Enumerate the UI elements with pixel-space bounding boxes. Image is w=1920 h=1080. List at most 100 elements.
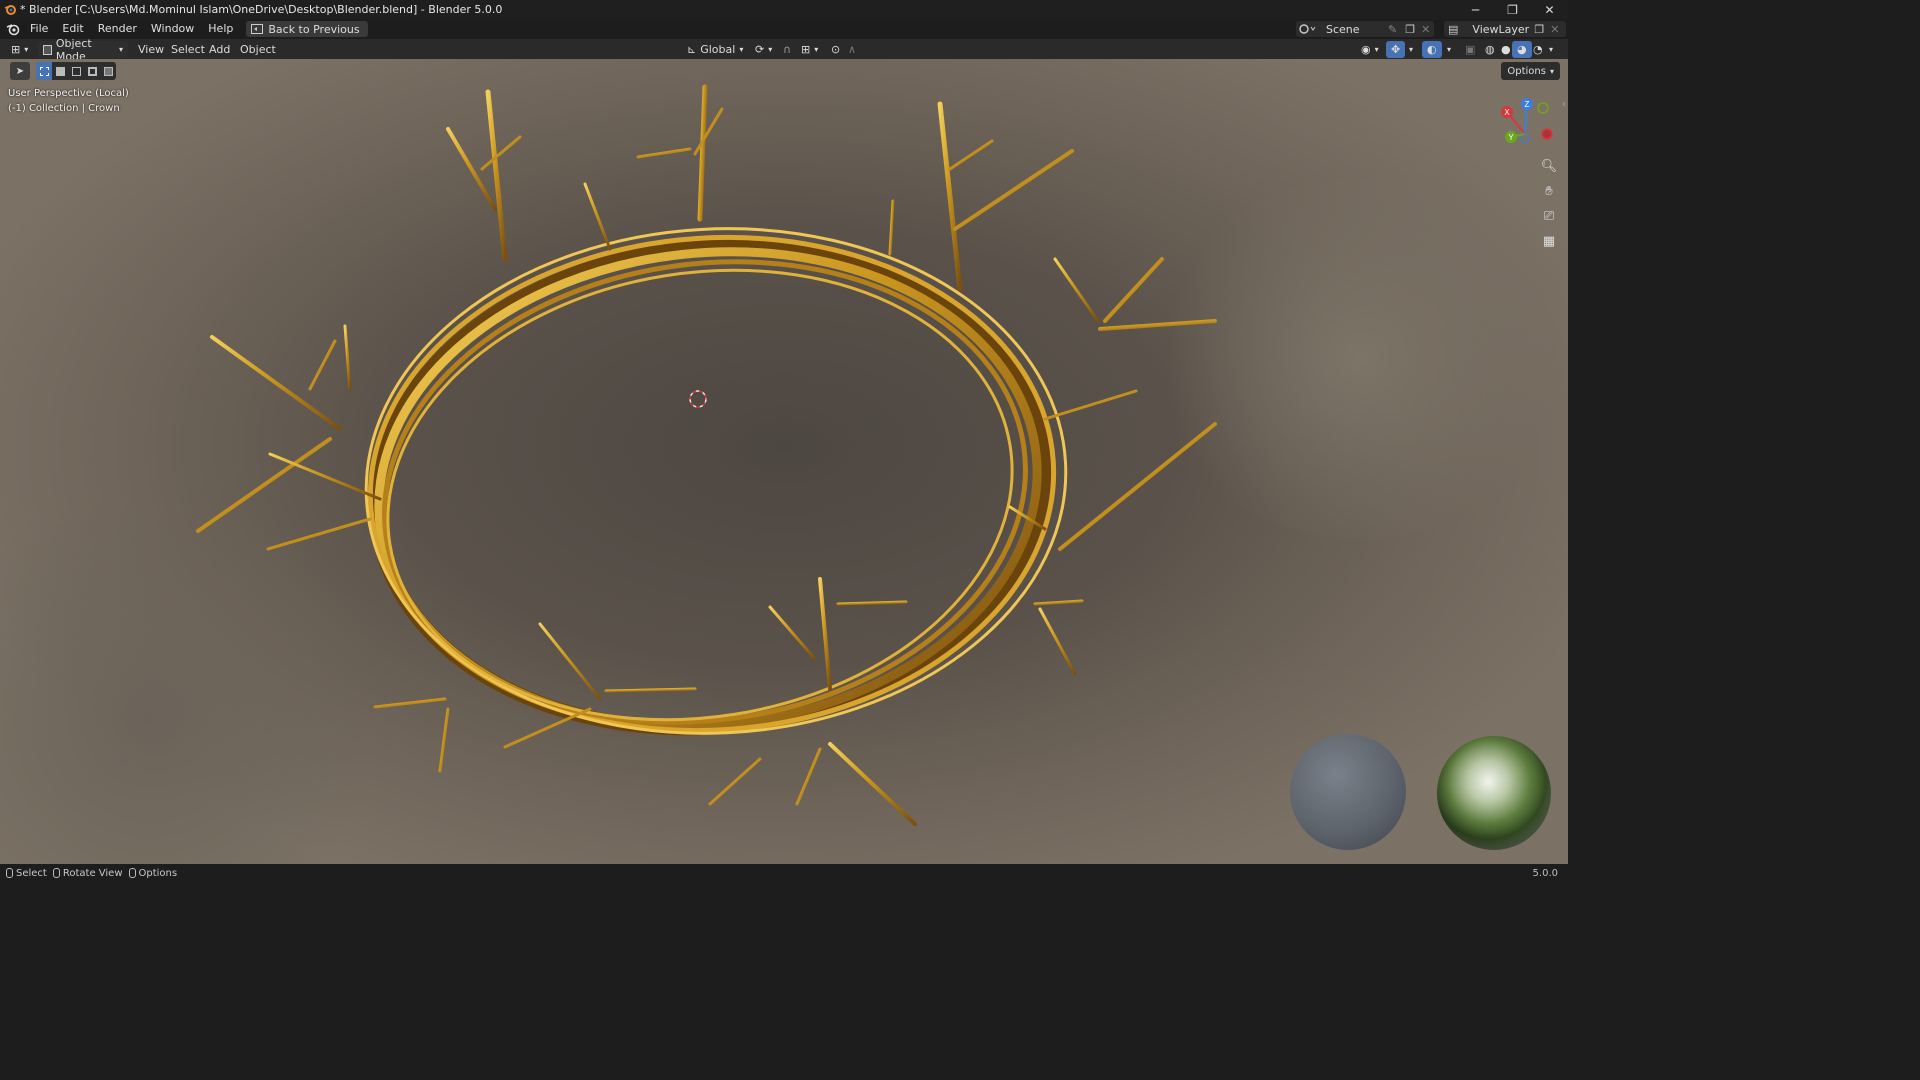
version-label: 5.0.0 [1532, 867, 1558, 879]
cursor-arrow-icon: ➤ [15, 65, 25, 77]
status-options-label: Options [138, 867, 178, 879]
xray-toggle[interactable]: ▣ [1460, 41, 1480, 58]
camera-view-icon[interactable]: ⎚ [1538, 206, 1560, 227]
falloff-curve-icon: ∧ [848, 43, 857, 56]
transform-orientation-selector[interactable]: ⊾ Global ▾ [682, 41, 748, 58]
minimize-button[interactable]: ─ [1457, 0, 1494, 19]
editor-type-button[interactable]: ⊞ ▾ [6, 41, 33, 58]
menu-file[interactable]: File [23, 19, 55, 39]
title-bar: * Blender [C:\Users\Md.Mominul Islam\One… [0, 0, 1568, 19]
gizmo-neg-x-axis[interactable] [1541, 128, 1553, 140]
solid-sphere-icon: ● [1501, 43, 1511, 56]
collection-label: (-1) Collection | Crown [8, 103, 120, 114]
select-intersect-icon [103, 66, 113, 76]
gizmo-z-label: Z [1525, 100, 1530, 109]
blender-logo-icon [4, 5, 16, 15]
select-extend-icon [55, 66, 65, 76]
wireframe-sphere-icon: ◍ [1485, 43, 1495, 56]
select-extend-button[interactable] [52, 62, 68, 80]
mouse-left-icon [6, 868, 13, 878]
close-button[interactable]: ✕ [1531, 0, 1568, 19]
viewlayer-name: ViewLayer [1472, 22, 1530, 36]
viewlayer-icon: ▤ [1448, 22, 1459, 36]
status-options: Options [128, 867, 178, 879]
back-to-previous-label: Back to Previous [268, 22, 360, 36]
gizmo-y-label: Y [1508, 133, 1514, 142]
3d-cursor-icon [689, 390, 707, 408]
options-label: Options [1507, 65, 1546, 77]
snap-increment-icon: ⊞ [801, 43, 811, 56]
status-select: Select [6, 868, 47, 879]
eye-icon: ◉ [1361, 43, 1371, 56]
pin-icon[interactable]: ✎ [1388, 23, 1397, 36]
gizmo-toggle[interactable]: ✥ [1386, 41, 1406, 58]
chevron-down-icon: ▾ [118, 45, 123, 54]
back-to-previous-button[interactable]: Back to Previous [246, 21, 368, 37]
delete-viewlayer-icon[interactable]: ✕ [1550, 23, 1559, 36]
viewport-header: ⊞ ▾ Object Mode ▾ View Select Add Object … [0, 37, 1568, 63]
overlay-icon: ◐ [1427, 43, 1437, 56]
new-viewlayer-icon[interactable]: ❐ [1534, 23, 1544, 36]
navigation-gizmo[interactable]: Z X Y [1495, 94, 1565, 154]
orientation-icon: ⊾ [687, 43, 697, 56]
select-intersect-button[interactable] [100, 62, 116, 80]
overlay-toggle[interactable]: ◐ [1422, 41, 1442, 58]
menu-window[interactable]: Window [144, 19, 201, 39]
new-scene-icon[interactable]: ❐ [1405, 23, 1415, 36]
orthographic-toggle-icon[interactable]: ▦ [1538, 231, 1560, 252]
sidebar-toggle-icon[interactable]: ‹ [1562, 99, 1566, 110]
xray-icon: ▣ [1465, 43, 1476, 56]
menu-help[interactable]: Help [201, 19, 240, 39]
perspective-label: User Perspective (Local) [8, 88, 129, 99]
proportional-edit-icon: ⊙ [831, 43, 841, 56]
options-dropdown[interactable]: Options ▾ [1501, 62, 1560, 80]
viewlayer-selector[interactable]: ▤ ViewLayer ❐ ✕ [1444, 21, 1566, 37]
pivot-icon: ⟳ [755, 43, 765, 56]
mode-selector[interactable]: Object Mode ▾ [38, 37, 128, 63]
select-new-icon [39, 66, 49, 76]
gizmo-neg-z-axis[interactable] [1520, 134, 1530, 144]
object-mode-icon [43, 44, 52, 55]
mouse-middle-icon [52, 868, 60, 878]
shading-dropdown[interactable]: ▾ [1544, 41, 1558, 58]
select-tool-button[interactable]: ➤ [10, 62, 30, 80]
select-new-button[interactable] [36, 62, 52, 80]
screen-icon [251, 24, 264, 34]
overlay-dropdown[interactable]: ▾ [1442, 41, 1456, 58]
gizmo-x-label: X [1504, 108, 1510, 117]
gizmo-icon: ✥ [1391, 43, 1401, 56]
pan-hand-icon[interactable]: ✋︎ [1538, 181, 1560, 202]
delete-scene-icon[interactable]: ✕ [1421, 23, 1430, 36]
select-subtract-button[interactable] [68, 62, 84, 80]
gizmo-dropdown[interactable]: ▾ [1404, 41, 1418, 58]
pivot-point-button[interactable]: ⟳ ▾ [750, 41, 777, 58]
visibility-button[interactable]: ◉ ▾ [1356, 41, 1384, 58]
mouse-right-icon [128, 868, 136, 878]
menu-object[interactable]: Object [235, 41, 281, 58]
scene-name: Scene [1326, 22, 1360, 36]
editor-type-icon: ⊞ [11, 43, 21, 56]
falloff-button[interactable]: ∧ [843, 41, 861, 58]
menu-add[interactable]: Add [204, 41, 235, 58]
navigation-controls: 🔍︎ ✋︎ ⎚ ▦ [1538, 156, 1560, 252]
select-subtract-icon [71, 66, 81, 76]
status-bar: Select Rotate View Options 5.0.0 [0, 864, 1568, 882]
zoom-icon[interactable]: 🔍︎ [1538, 156, 1560, 177]
hdri-preview-sphere [1437, 736, 1551, 850]
material-sphere-icon: ◕ [1517, 43, 1527, 56]
snap-toggle[interactable]: ∩ [778, 41, 796, 58]
blender-menu-icon[interactable] [3, 19, 23, 39]
window-title: * Blender [C:\Users\Md.Mominul Islam\One… [20, 3, 503, 16]
tool-settings-row: ➤ [10, 61, 116, 81]
snap-target-button[interactable]: ⊞ ▾ [796, 41, 823, 58]
solid-preview-sphere [1290, 734, 1406, 850]
magnet-icon: ∩ [783, 43, 792, 56]
gizmo-neg-y-axis[interactable] [1537, 102, 1549, 114]
scene-icon [1299, 24, 1316, 34]
maximize-button[interactable]: ❐ [1494, 0, 1531, 19]
scene-selector[interactable]: Scene ✎ ❐ ✕ [1296, 21, 1434, 37]
menu-view[interactable]: View [133, 41, 169, 58]
3d-viewport[interactable]: ➤ Options ▾ User Perspective (Local) (-1… [0, 59, 1568, 864]
select-invert-button[interactable] [84, 62, 100, 80]
status-rotate-view: Rotate View [52, 868, 123, 879]
